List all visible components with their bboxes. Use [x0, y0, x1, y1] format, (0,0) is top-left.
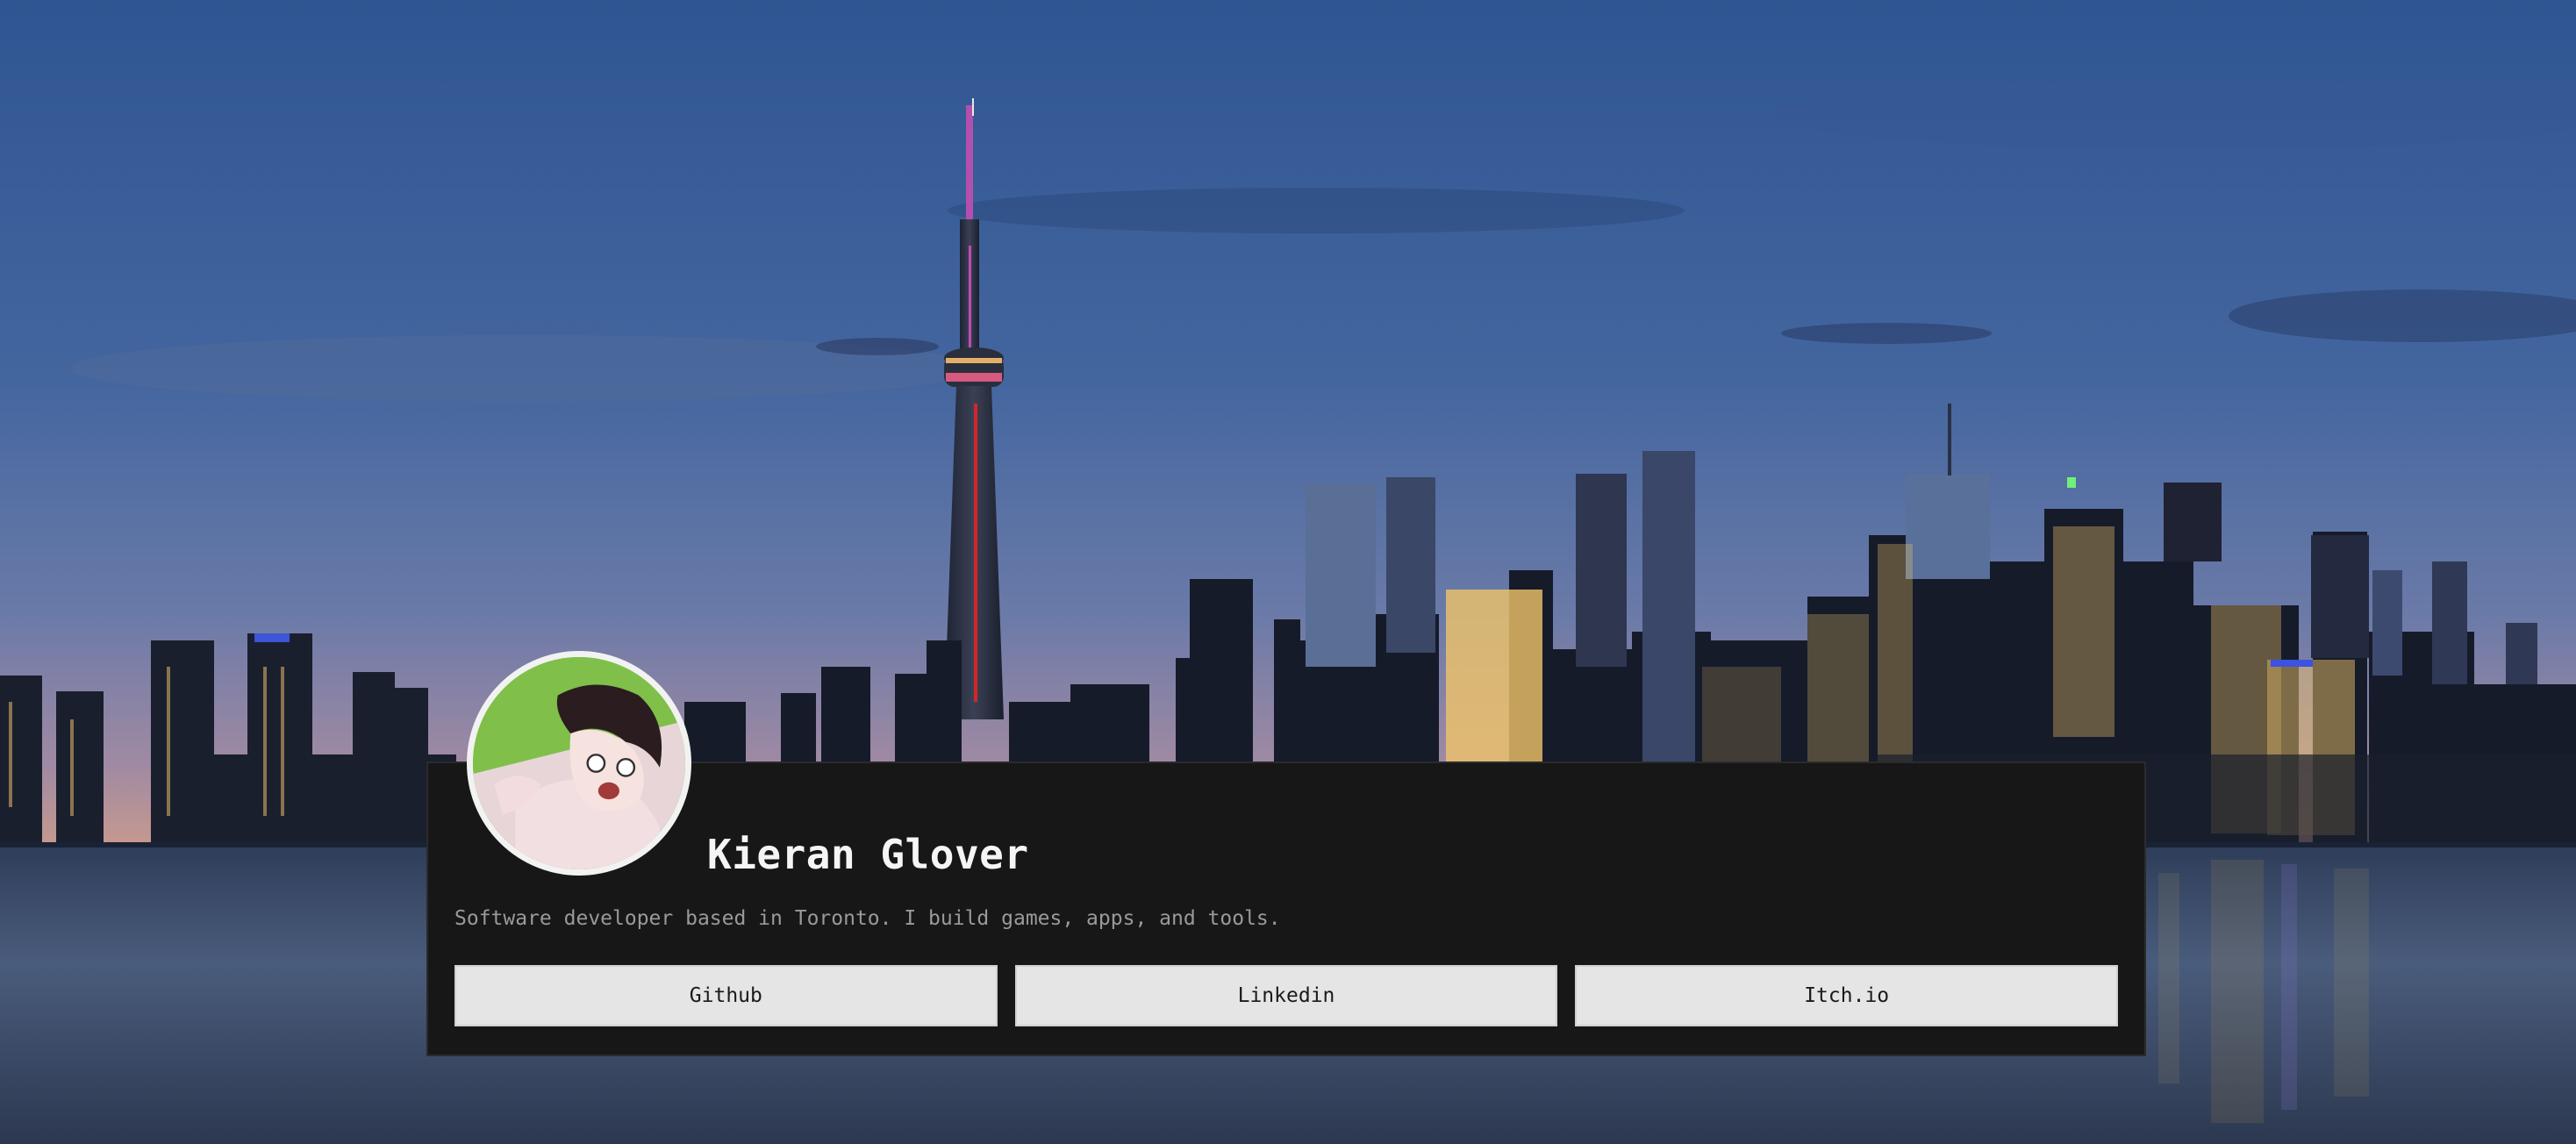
anime-portrait-icon: [473, 657, 685, 869]
social-links: Github Linkedin Itch.io: [454, 965, 2119, 1026]
avatar: [467, 651, 691, 876]
github-button[interactable]: Github: [454, 965, 998, 1026]
profile-bio: Software developer based in Toronto. I b…: [454, 907, 1281, 930]
linkedin-button[interactable]: Linkedin: [1014, 965, 1558, 1026]
itchio-button[interactable]: Itch.io: [1575, 965, 2119, 1026]
profile-name: Kieran Glover: [707, 831, 1029, 878]
page: Kieran Glover Software developer based i…: [0, 0, 2576, 1144]
